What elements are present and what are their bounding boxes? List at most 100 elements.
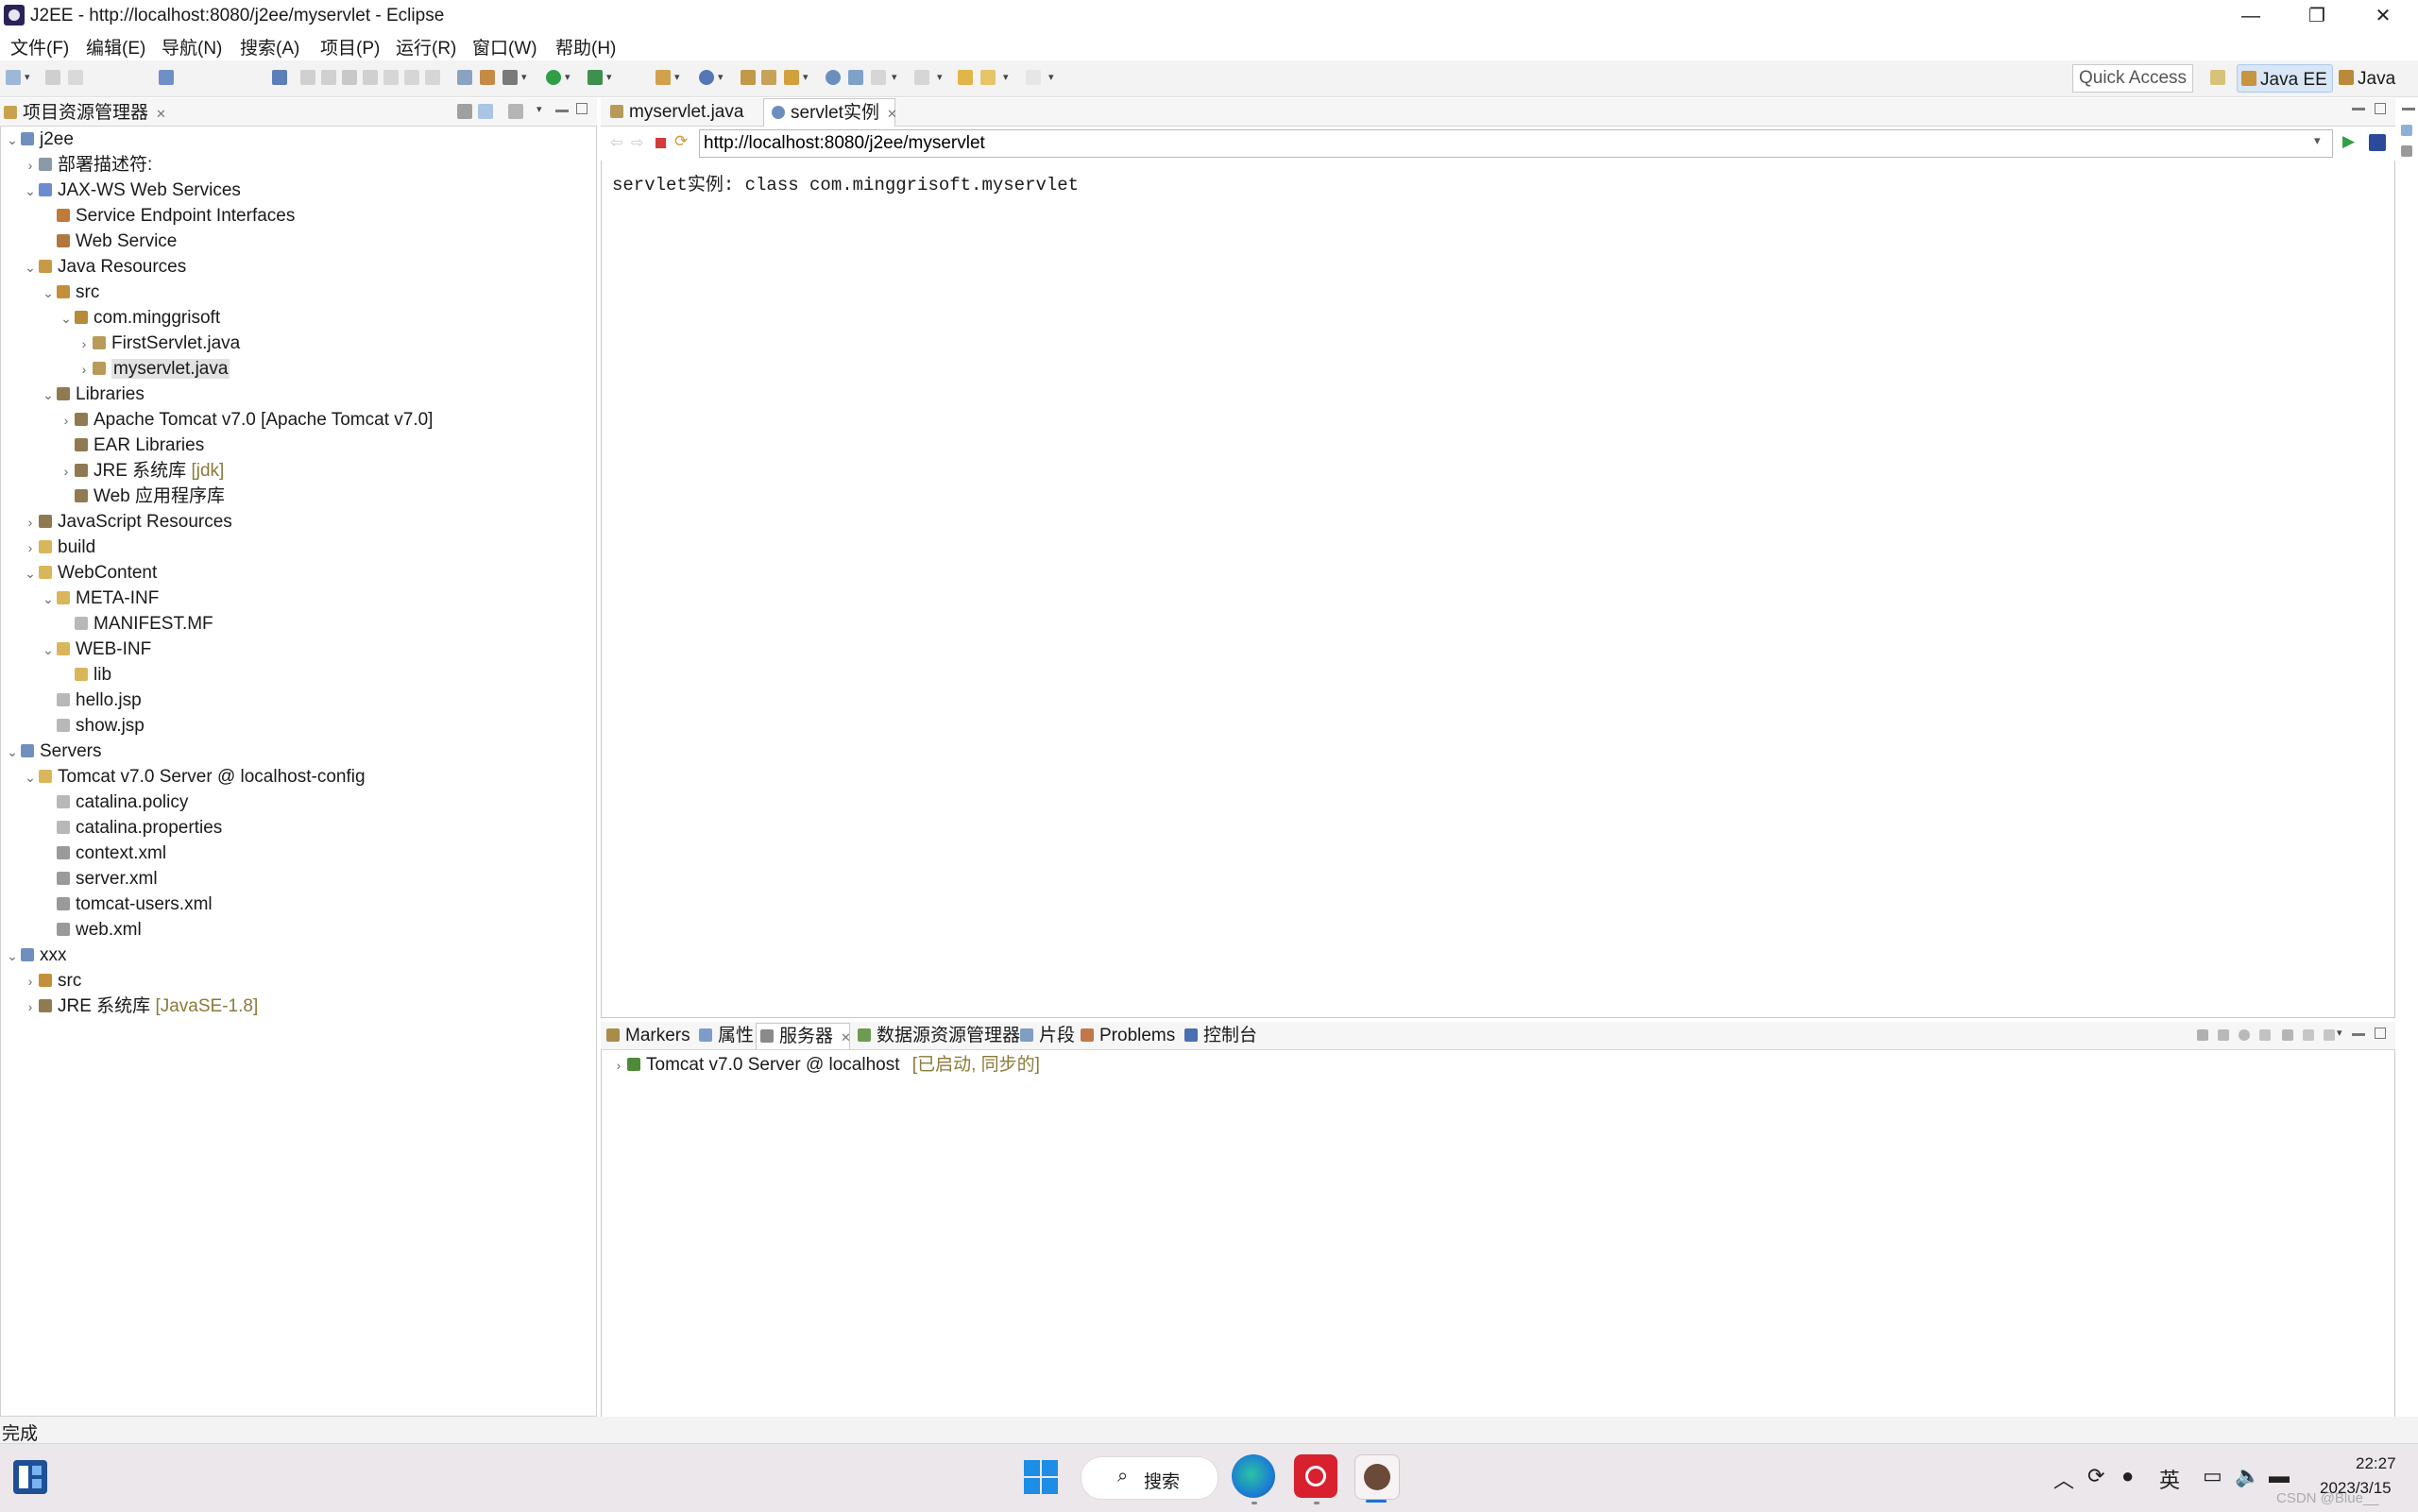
- qq-icon[interactable]: ●: [2121, 1464, 2134, 1488]
- tree-item[interactable]: › Apache Tomcat v7.0 [Apache Tomcat v7.0]: [4, 407, 589, 433]
- collapse-chevron-icon[interactable]: ⌄: [22, 178, 39, 204]
- taskbar-search[interactable]: ⌕ 搜索: [1081, 1456, 1218, 1500]
- bottom-minimize-icon[interactable]: [2352, 1033, 2365, 1036]
- expand-chevron-icon[interactable]: ›: [22, 153, 39, 178]
- tree-item[interactable]: ⌄ com.minggrisoft: [4, 305, 589, 331]
- back-icon[interactable]: [980, 70, 996, 85]
- tree-item[interactable]: lib: [4, 662, 589, 688]
- server-expand-icon[interactable]: ›: [610, 1053, 627, 1079]
- menu-window[interactable]: 窗口(W): [472, 34, 537, 59]
- explorer-tab[interactable]: 项目资源管理器 ✕: [4, 102, 166, 125]
- new-web-icon[interactable]: [699, 70, 714, 85]
- outline-icon[interactable]: [2401, 125, 2412, 136]
- tree-item[interactable]: hello.jsp: [4, 688, 589, 713]
- server-icon[interactable]: [457, 70, 472, 85]
- servers-view-menu-arrow[interactable]: ▾: [2337, 1026, 2346, 1041]
- menu-search[interactable]: 搜索(A): [240, 34, 299, 59]
- browser-forward-icon[interactable]: ⇨: [631, 133, 643, 152]
- menu-run[interactable]: 运行(R): [396, 34, 456, 59]
- netease-music-icon[interactable]: [1294, 1454, 1337, 1498]
- new-server-dropdown-arrow[interactable]: ▾: [674, 70, 684, 85]
- disconnect-server-icon[interactable]: [2324, 1029, 2335, 1041]
- network-icon[interactable]: ▭: [2203, 1464, 2222, 1488]
- new-web-dropdown-arrow[interactable]: ▾: [718, 70, 727, 85]
- collapse-all-icon[interactable]: [457, 104, 472, 119]
- tree-item[interactable]: server.xml: [4, 866, 589, 892]
- open-perspective-icon[interactable]: [2210, 70, 2225, 85]
- menu-project[interactable]: 项目(P): [320, 34, 380, 59]
- browser-go-icon[interactable]: ▶: [2342, 132, 2355, 151]
- tree-item[interactable]: catalina.properties: [4, 815, 589, 841]
- filter-icon[interactable]: [508, 104, 523, 119]
- tree-item[interactable]: Service Endpoint Interfaces: [4, 203, 589, 229]
- new-icon[interactable]: [6, 70, 21, 85]
- collapse-chevron-icon[interactable]: ⌄: [40, 586, 57, 612]
- tree-item[interactable]: web.xml: [4, 917, 589, 943]
- open-task-icon[interactable]: [761, 70, 776, 85]
- tree-item[interactable]: ⌄ j2ee: [4, 127, 589, 152]
- edge-browser-icon[interactable]: [1232, 1454, 1275, 1498]
- volume-icon[interactable]: 🔈: [2235, 1464, 2260, 1488]
- step-into-icon[interactable]: [383, 70, 399, 85]
- last-edit-dropdown-arrow[interactable]: ▾: [937, 70, 946, 85]
- debug-server-icon[interactable]: [2218, 1029, 2229, 1041]
- tree-item[interactable]: MANIFEST.MF: [4, 611, 589, 637]
- restore-button[interactable]: ❐: [2286, 0, 2348, 32]
- explorer-maximize-icon[interactable]: [576, 103, 587, 114]
- collapse-chevron-icon[interactable]: ⌄: [40, 637, 57, 663]
- expand-chevron-icon[interactable]: ›: [76, 331, 93, 357]
- tree-item[interactable]: › build: [4, 535, 589, 560]
- tab-markers[interactable]: Markers: [603, 1023, 694, 1049]
- open-external-browser-icon[interactable]: [2369, 134, 2386, 151]
- tree-item[interactable]: › JRE 系统库 [JavaSE-1.8]: [4, 994, 589, 1019]
- collapse-chevron-icon[interactable]: ⌄: [4, 943, 21, 969]
- windows-start-icon[interactable]: [1024, 1460, 1058, 1494]
- editor-minimize-icon[interactable]: [2352, 108, 2365, 110]
- trim-restore-icon[interactable]: [2402, 108, 2415, 110]
- eclipse-taskbar-icon[interactable]: [1354, 1454, 1400, 1500]
- save-icon[interactable]: [45, 70, 60, 85]
- explorer-close-icon[interactable]: ✕: [156, 107, 166, 121]
- bottom-maximize-icon[interactable]: [2375, 1028, 2386, 1039]
- tree-item[interactable]: › JRE 系统库 [jdk]: [4, 458, 589, 484]
- tab-snippets[interactable]: 片段: [1016, 1023, 1079, 1049]
- browser-icon[interactable]: [848, 70, 863, 85]
- tree-item[interactable]: catalina.policy: [4, 790, 589, 815]
- tree-item[interactable]: ⌄ JAX-WS Web Services: [4, 178, 589, 203]
- tree-item[interactable]: ⌄ Libraries: [4, 382, 589, 407]
- tab-properties[interactable]: 属性: [695, 1023, 758, 1049]
- run-icon[interactable]: [546, 70, 561, 85]
- open-type-icon[interactable]: [741, 70, 756, 85]
- tree-item[interactable]: Web 应用程序库: [4, 484, 589, 509]
- tree-item[interactable]: ⌄ xxx: [4, 943, 589, 968]
- browser-refresh-icon[interactable]: ⟳: [674, 132, 688, 151]
- tree-item[interactable]: ⌄ WebContent: [4, 560, 589, 586]
- back-dropdown-arrow[interactable]: ▾: [1003, 70, 1013, 85]
- tree-item[interactable]: context.xml: [4, 841, 589, 866]
- url-input[interactable]: [699, 129, 2333, 158]
- search-tool-icon[interactable]: [784, 70, 799, 85]
- collapse-chevron-icon[interactable]: ⌄: [22, 765, 39, 790]
- explorer-minimize-icon[interactable]: [555, 110, 569, 112]
- external-tools-icon[interactable]: [587, 70, 603, 85]
- expand-chevron-icon[interactable]: ›: [58, 408, 75, 433]
- search-tool-dropdown-arrow[interactable]: ▾: [803, 70, 812, 85]
- expand-chevron-icon[interactable]: ›: [22, 969, 39, 994]
- tree-item[interactable]: tomcat-users.xml: [4, 892, 589, 917]
- ime-language[interactable]: 英: [2159, 1464, 2180, 1494]
- tree-item[interactable]: › 部署描述符:: [4, 152, 589, 178]
- tab-myservlet-java[interactable]: myservlet.java: [603, 98, 761, 127]
- disconnect-icon[interactable]: [363, 70, 378, 85]
- tab-data-source-explorer[interactable]: 数据源资源管理器: [854, 1023, 1024, 1049]
- run-dropdown-arrow[interactable]: ▾: [565, 70, 574, 85]
- collapse-chevron-icon[interactable]: ⌄: [40, 280, 57, 306]
- menu-help[interactable]: 帮助(H): [555, 34, 616, 59]
- sync-icon[interactable]: ⟳: [2087, 1464, 2104, 1488]
- menu-navigate[interactable]: 导航(N): [162, 34, 222, 59]
- tree-item[interactable]: show.jsp: [4, 713, 589, 739]
- terminal-icon[interactable]: [159, 70, 174, 85]
- tree-item[interactable]: › myservlet.java: [4, 356, 589, 382]
- tree-item[interactable]: ⌄ WEB-INF: [4, 637, 589, 662]
- clock-time[interactable]: 22:27: [2356, 1454, 2396, 1473]
- view-menu-arrow[interactable]: ▾: [536, 102, 546, 117]
